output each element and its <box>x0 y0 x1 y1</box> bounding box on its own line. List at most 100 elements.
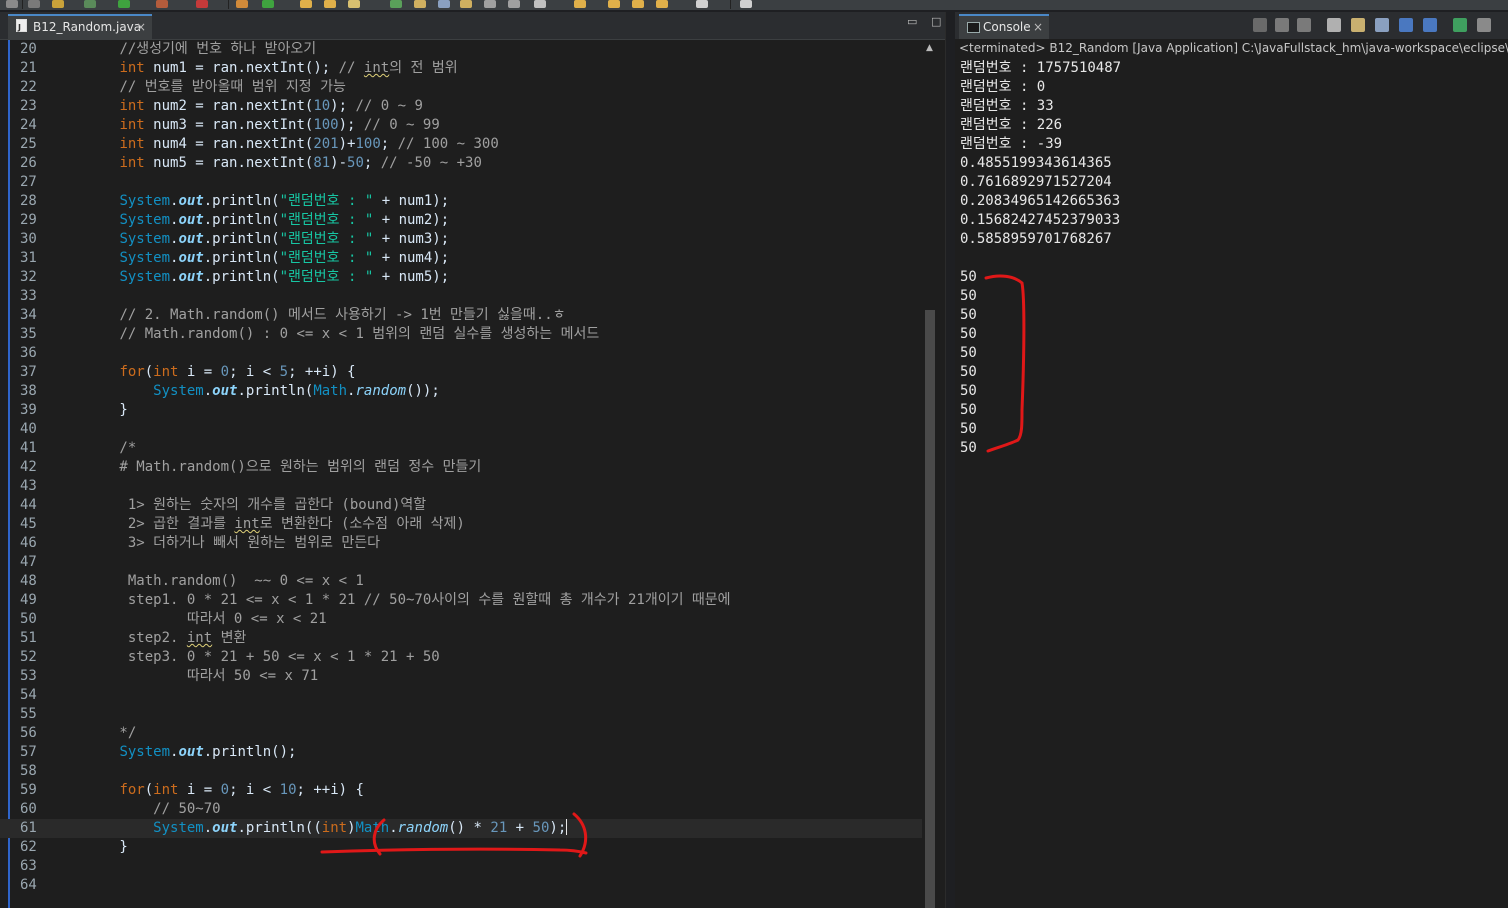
toolbar-icon[interactable] <box>324 0 336 8</box>
toolbar-icon[interactable] <box>484 0 496 8</box>
toolbar-icon[interactable] <box>414 0 426 8</box>
toolbar-icon[interactable] <box>460 0 472 8</box>
toolbar-icon[interactable] <box>608 0 620 8</box>
code-line[interactable]: 37 for(int i = 0; i < 5; ++i) { <box>0 363 922 382</box>
code-line[interactable]: 42 # Math.random()으로 원하는 범위의 랜덤 정수 만들기 <box>0 458 922 477</box>
code-line[interactable]: 22 // 번호를 받아올때 범위 지정 가능 <box>0 78 922 97</box>
code-line[interactable]: 52 step3. 0 * 21 + 50 <= x < 1 * 21 + 50 <box>0 648 922 667</box>
code-line[interactable]: 62 } <box>0 838 922 857</box>
code-line-current[interactable]: 61 System.out.println((int)Math.random()… <box>0 819 922 838</box>
code-line[interactable]: 34 // 2. Math.random() 메서드 사용하기 -> 1번 만들… <box>0 306 922 325</box>
code-line[interactable]: 48 Math.random() ~~ 0 <= x < 1 <box>0 572 922 591</box>
toolbar-icon[interactable] <box>574 0 586 8</box>
console-output-line: 랜덤번호 : 33 <box>960 98 1054 114</box>
code-line[interactable]: 60 // 50~70 <box>0 800 922 819</box>
code-text: step3. 0 * 21 + 50 <= x < 1 * 21 + 50 <box>52 648 440 667</box>
code-line[interactable]: 40 <box>0 420 922 439</box>
code-line[interactable]: 33 <box>0 287 922 306</box>
open-console-icon[interactable] <box>1453 18 1467 32</box>
code-line[interactable]: 47 <box>0 553 922 572</box>
code-line[interactable]: 36 <box>0 344 922 363</box>
line-number: 43 <box>20 478 37 494</box>
code-line[interactable]: 49 step1. 0 * 21 <= x < 1 * 21 // 50~70사… <box>0 591 922 610</box>
code-line[interactable]: 20 //생성기에 번호 하나 받아오기 <box>0 40 922 59</box>
clear-console-icon[interactable] <box>1327 18 1341 32</box>
code-line[interactable]: 44 1> 원하는 숫자의 개수를 곱한다 (bound)역할 <box>0 496 922 515</box>
code-line[interactable]: 64 <box>0 876 922 895</box>
toolbar-icon[interactable] <box>28 0 40 8</box>
code-line[interactable]: 30 System.out.println("랜덤번호 : " + num3); <box>0 230 922 249</box>
scroll-thumb[interactable] <box>925 310 935 908</box>
code-line[interactable]: 54 <box>0 686 922 705</box>
code-line[interactable]: 43 <box>0 477 922 496</box>
code-line[interactable]: 31 System.out.println("랜덤번호 : " + num4); <box>0 249 922 268</box>
toolbar-icon[interactable] <box>262 0 274 8</box>
code-line[interactable]: 39 } <box>0 401 922 420</box>
code-line[interactable]: 28 System.out.println("랜덤번호 : " + num1); <box>0 192 922 211</box>
toolbar-icon[interactable] <box>632 0 644 8</box>
minimize-icon[interactable]: ▭ <box>907 16 917 27</box>
remove-all-icon[interactable] <box>1297 18 1311 32</box>
code-token: // 100 ~ 300 <box>397 136 499 152</box>
display-console-icon[interactable] <box>1423 18 1437 32</box>
minimize-icon[interactable] <box>1477 18 1491 32</box>
toolbar-icon[interactable] <box>438 0 450 8</box>
code-line[interactable]: 51 step2. int 변환 <box>0 629 922 648</box>
toolbar-icon[interactable] <box>236 0 248 8</box>
code-line[interactable]: 56 */ <box>0 724 922 743</box>
toolbar-icon[interactable] <box>52 0 64 8</box>
code-line[interactable]: 41 /* <box>0 439 922 458</box>
code-line[interactable]: 55 <box>0 705 922 724</box>
toolbar-icon[interactable] <box>348 0 360 8</box>
code-line[interactable]: 21 int num1 = ran.nextInt(); // int의 전 범… <box>0 59 922 78</box>
console-output[interactable]: 랜덤번호 : 1757510487 랜덤번호 : 0 랜덤번호 : 33 랜덤번호 :… <box>960 59 1121 458</box>
scroll-lock-icon[interactable] <box>1351 18 1365 32</box>
toolbar-icon[interactable] <box>534 0 546 8</box>
maximize-icon[interactable]: □ <box>931 16 941 27</box>
editor-tab-b12-random[interactable]: B12_Random.java × <box>8 14 152 39</box>
toolbar-icon[interactable] <box>656 0 668 8</box>
code-line[interactable]: 63 <box>0 857 922 876</box>
code-line[interactable]: 35 // Math.random() : 0 <= x < 1 범위의 랜덤 … <box>0 325 922 344</box>
code-token: System <box>119 269 171 285</box>
code-line[interactable]: 58 <box>0 762 922 781</box>
toolbar-icon[interactable] <box>6 0 18 8</box>
code-token: num1 = ran. <box>144 60 246 76</box>
code-line[interactable]: 45 2> 곱한 결과를 int로 변환한다 (소수점 아래 삭제) <box>0 515 922 534</box>
code-token: + num2); <box>373 212 450 228</box>
code-area[interactable]: 20 //생성기에 번호 하나 받아오기 21 int num1 = ran.ne… <box>0 40 945 908</box>
editor-vertical-scrollbar[interactable]: ▲ <box>922 40 938 908</box>
toolbar-icon[interactable] <box>300 0 312 8</box>
code-line[interactable]: 25 int num4 = ran.nextInt(201)+100; // 1… <box>0 135 922 154</box>
line-number: 29 <box>20 212 37 228</box>
code-line[interactable]: 32 System.out.println("랜덤번호 : " + num5); <box>0 268 922 287</box>
toolbar-icon[interactable] <box>196 0 208 8</box>
code-line[interactable]: 57 System.out.println(); <box>0 743 922 762</box>
code-line[interactable]: 26 int num5 = ran.nextInt(81)-50; // -50… <box>0 154 922 173</box>
terminate-icon[interactable] <box>1253 18 1267 32</box>
toolbar-icon[interactable] <box>156 0 168 8</box>
toolbar-icon[interactable] <box>740 0 752 8</box>
code-line[interactable]: 53 따라서 50 <= x 71 <box>0 667 922 686</box>
code-line[interactable]: 29 System.out.println("랜덤번호 : " + num2); <box>0 211 922 230</box>
toolbar-icon[interactable] <box>696 0 708 8</box>
word-wrap-icon[interactable] <box>1375 18 1389 32</box>
code-line[interactable]: 27 <box>0 173 922 192</box>
code-line[interactable]: 23 int num2 = ran.nextInt(10); // 0 ~ 9 <box>0 97 922 116</box>
run-icon[interactable] <box>118 0 130 8</box>
toolbar-icon[interactable] <box>84 0 96 8</box>
console-tab[interactable]: Console × <box>959 14 1049 39</box>
code-line[interactable]: 46 3> 더하거나 빼서 원하는 범위로 만든다 <box>0 534 922 553</box>
code-line[interactable]: 24 int num3 = ran.nextInt(100); // 0 ~ 9… <box>0 116 922 135</box>
code-line[interactable]: 50 따라서 0 <= x < 21 <box>0 610 922 629</box>
toolbar-icon[interactable] <box>390 0 402 8</box>
close-icon[interactable]: × <box>136 16 146 38</box>
scroll-up-icon[interactable]: ▲ <box>926 43 933 53</box>
pin-console-icon[interactable] <box>1399 18 1413 32</box>
code-token: int <box>321 820 348 836</box>
remove-launch-icon[interactable] <box>1275 18 1289 32</box>
toolbar-icon[interactable] <box>508 0 520 8</box>
close-icon[interactable]: × <box>1033 16 1043 38</box>
code-line[interactable]: 38 System.out.println(Math.random()); <box>0 382 922 401</box>
code-line[interactable]: 59 for(int i = 0; i < 10; ++i) { <box>0 781 922 800</box>
